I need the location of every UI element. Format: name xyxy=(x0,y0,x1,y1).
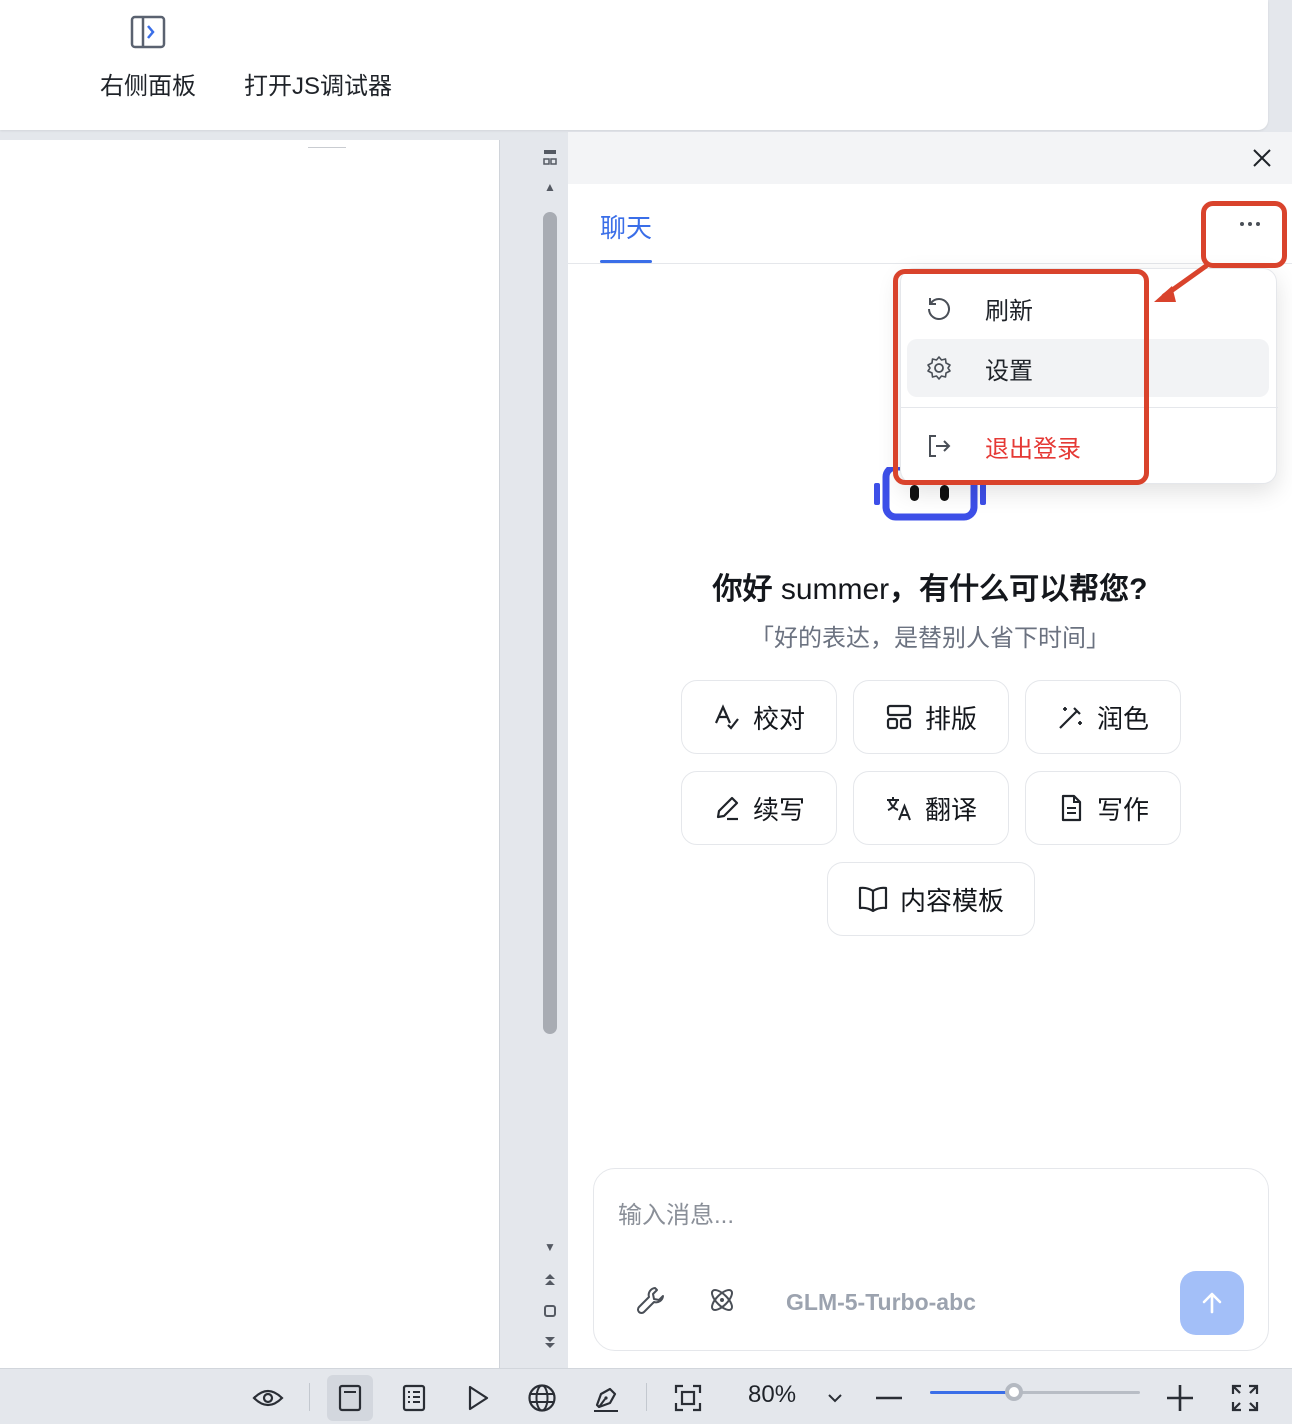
zoom-slider-fill xyxy=(930,1391,1014,1394)
right-panel-button[interactable]: 右侧面板 xyxy=(100,12,196,101)
pen-nib-icon xyxy=(594,1387,618,1412)
plus-icon xyxy=(1167,1385,1193,1411)
zoom-slider-thumb[interactable] xyxy=(1005,1383,1023,1401)
layout-button[interactable]: 排版 xyxy=(853,680,1009,754)
panel-header xyxy=(568,132,1292,184)
js-debugger-label: 打开JS调试器 xyxy=(244,73,393,100)
page-view-button[interactable] xyxy=(327,1375,373,1421)
minus-icon xyxy=(876,1396,902,1400)
annotation-highlight-more-button xyxy=(1201,201,1287,268)
play-button[interactable] xyxy=(455,1375,501,1421)
ruler-toggle-icon[interactable] xyxy=(541,148,559,166)
fit-page-button[interactable] xyxy=(665,1375,711,1421)
side-panel-icon xyxy=(128,12,168,52)
toolbar-ribbon: 右侧面板 打开JS调试器 xyxy=(0,0,1268,130)
status-separator xyxy=(309,1383,310,1411)
write-button[interactable]: 写作 xyxy=(1025,771,1181,845)
scrollbar-thumb[interactable] xyxy=(543,212,557,1034)
model-selector[interactable]: GLM-5-Turbo-abc xyxy=(786,1289,976,1316)
zoom-slider[interactable] xyxy=(930,1383,1140,1401)
translate-icon xyxy=(886,797,911,821)
user-name: summer xyxy=(780,573,890,606)
annotate-button[interactable] xyxy=(583,1375,629,1421)
close-icon xyxy=(1253,149,1271,167)
document-page[interactable] xyxy=(0,140,500,1368)
magic-wand-icon xyxy=(1059,707,1082,729)
page-margin-mark xyxy=(308,147,346,149)
panel-tabs: 聊天 xyxy=(568,184,1292,264)
fullscreen-button[interactable] xyxy=(1222,1375,1268,1421)
fullscreen-icon xyxy=(1231,1384,1259,1412)
greeting-heading: 你好 summer，有什么可以帮您? xyxy=(712,573,1148,606)
play-icon xyxy=(468,1385,489,1411)
continue-writing-button[interactable]: 续写 xyxy=(681,771,837,845)
chevron-down-icon xyxy=(828,1394,842,1403)
document-icon xyxy=(1061,794,1082,822)
reading-mode-button[interactable] xyxy=(245,1375,291,1421)
right-panel-label: 右侧面板 xyxy=(100,73,196,100)
fit-page-icon xyxy=(674,1384,702,1412)
zoom-level[interactable]: 80% xyxy=(748,1381,796,1409)
annotation-highlight-menu xyxy=(893,269,1149,485)
layout-icon xyxy=(886,704,912,730)
outline-view-button[interactable] xyxy=(391,1375,437,1421)
zoom-dropdown-button[interactable] xyxy=(812,1375,858,1421)
message-composer[interactable]: 输入消息... GLM-5-Turbo-abc xyxy=(593,1168,1269,1351)
wrench-icon xyxy=(636,1287,664,1315)
book-icon xyxy=(858,886,888,913)
scroll-up-arrow[interactable]: ▲ xyxy=(541,178,559,196)
model-options-button[interactable] xyxy=(705,1283,739,1317)
proofread-button[interactable]: 校对 xyxy=(681,680,837,754)
polish-button[interactable]: 润色 xyxy=(1025,680,1181,754)
next-page-icon[interactable] xyxy=(541,1334,559,1352)
globe-icon xyxy=(528,1384,556,1412)
translate-button[interactable]: 翻译 xyxy=(853,771,1009,845)
web-layout-button[interactable] xyxy=(519,1375,565,1421)
zoom-in-button[interactable] xyxy=(1157,1375,1203,1421)
tab-chat[interactable]: 聊天 xyxy=(600,208,652,245)
previous-page-icon[interactable] xyxy=(541,1270,559,1288)
document-vertical-scrollbar[interactable]: ▲ ▼ xyxy=(530,140,568,1368)
pen-icon xyxy=(716,796,739,821)
scroll-down-arrow[interactable]: ▼ xyxy=(541,1238,559,1256)
eye-icon xyxy=(252,1389,284,1407)
active-tab-indicator xyxy=(600,260,652,263)
page-view-icon xyxy=(338,1384,362,1412)
send-button[interactable] xyxy=(1180,1271,1244,1335)
arrow-up-icon xyxy=(1202,1292,1222,1314)
close-panel-button[interactable] xyxy=(1250,146,1274,170)
zoom-out-button[interactable] xyxy=(866,1375,912,1421)
tools-button[interactable] xyxy=(634,1283,668,1317)
annotation-arrow xyxy=(1154,263,1209,302)
status-separator xyxy=(646,1383,647,1411)
greeting-subtitle: 「好的表达，是替别人省下时间」 xyxy=(750,625,1110,652)
atom-icon xyxy=(711,1289,733,1311)
select-browse-object-icon[interactable] xyxy=(541,1302,559,1320)
js-debugger-button[interactable]: 打开JS调试器 xyxy=(244,12,392,101)
status-bar: 80% xyxy=(0,1368,1292,1424)
spellcheck-icon xyxy=(714,704,739,730)
content-templates-button[interactable]: 内容模板 xyxy=(827,862,1035,936)
outline-view-icon xyxy=(402,1384,426,1412)
message-input[interactable]: 输入消息... xyxy=(618,1195,734,1230)
